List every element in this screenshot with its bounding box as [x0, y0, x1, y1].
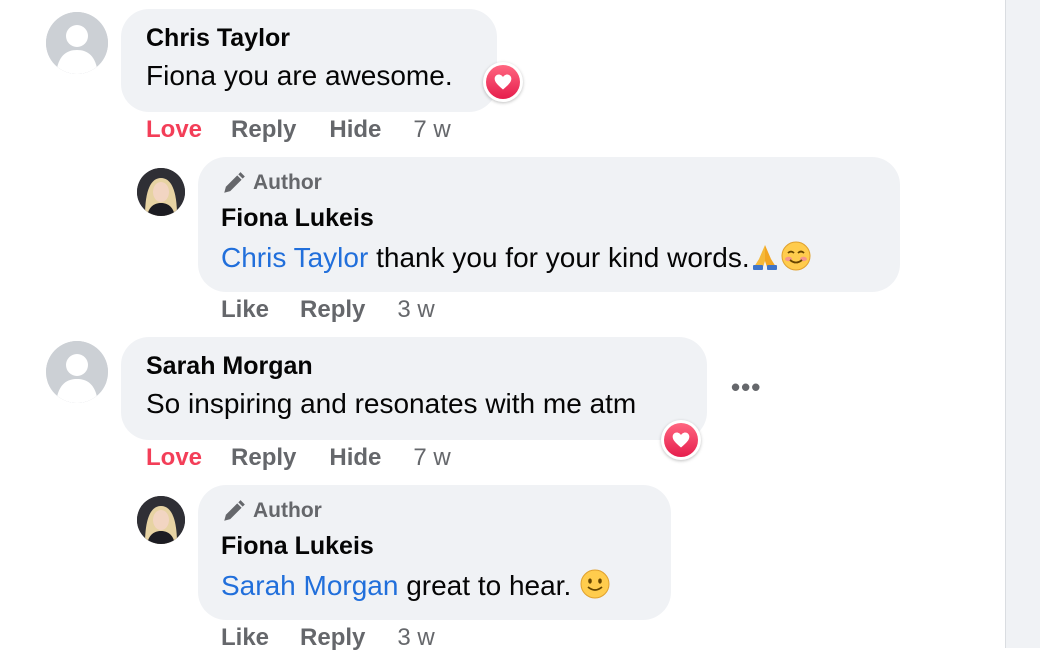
love-button[interactable]: Love	[146, 444, 202, 472]
love-button[interactable]: Love	[146, 116, 202, 144]
comment-actions: Love Reply Hide 7 w	[146, 116, 451, 144]
default-avatar-icon	[46, 341, 108, 403]
reply-author[interactable]: Fiona Lukeis	[221, 532, 374, 561]
comment-text: So inspiring and resonates with me atm	[146, 388, 637, 419]
author-badge: Author	[221, 170, 322, 196]
comment-author[interactable]: Chris Taylor	[146, 24, 290, 53]
hide-button[interactable]: Hide	[329, 116, 381, 144]
author-avatar[interactable]	[137, 168, 185, 216]
reply-text-body: great to hear.	[398, 569, 580, 601]
reply-button[interactable]: Reply	[300, 296, 365, 324]
reply-text: Chris Taylor thank you for your kind wor…	[221, 240, 812, 279]
more-options-button[interactable]: •••	[731, 372, 761, 403]
timestamp[interactable]: 3 w	[397, 296, 434, 324]
love-reaction-icon[interactable]	[483, 62, 523, 102]
hide-button[interactable]: Hide	[329, 444, 381, 472]
author-badge-label: Author	[253, 171, 322, 194]
profile-photo-icon	[137, 496, 185, 544]
profile-photo-icon	[137, 168, 185, 216]
like-button[interactable]: Like	[221, 296, 269, 324]
reply-actions: Like Reply 3 w	[221, 296, 435, 324]
reply-text-body: thank you for your kind words.	[368, 241, 750, 273]
avatar[interactable]	[46, 12, 108, 74]
slightly-smiling-face-emoji	[579, 568, 611, 607]
pen-icon	[224, 172, 245, 193]
author-badge: Author	[221, 498, 322, 524]
comment-text: Fiona you are awesome.	[146, 60, 453, 91]
avatar[interactable]	[46, 341, 108, 403]
pen-icon	[224, 500, 245, 521]
timestamp[interactable]: 7 w	[413, 444, 450, 472]
default-avatar-icon	[46, 12, 108, 74]
timestamp[interactable]: 7 w	[413, 116, 450, 144]
reply-text: Sarah Morgan great to hear.	[221, 568, 611, 607]
reply-button[interactable]: Reply	[231, 116, 296, 144]
author-avatar[interactable]	[137, 496, 185, 544]
smiling-face-blushing-emoji	[780, 240, 812, 279]
right-gutter	[1005, 0, 1040, 648]
mention-link[interactable]: Chris Taylor	[221, 242, 368, 273]
reply-button[interactable]: Reply	[231, 444, 296, 472]
reply-author[interactable]: Fiona Lukeis	[221, 204, 374, 233]
folded-hands-emoji	[750, 241, 780, 278]
comment-author[interactable]: Sarah Morgan	[146, 352, 313, 381]
author-badge-label: Author	[253, 499, 322, 522]
love-reaction-icon[interactable]	[661, 420, 701, 460]
comment-actions: Love Reply Hide 7 w	[146, 444, 451, 472]
mention-link[interactable]: Sarah Morgan	[221, 570, 398, 601]
